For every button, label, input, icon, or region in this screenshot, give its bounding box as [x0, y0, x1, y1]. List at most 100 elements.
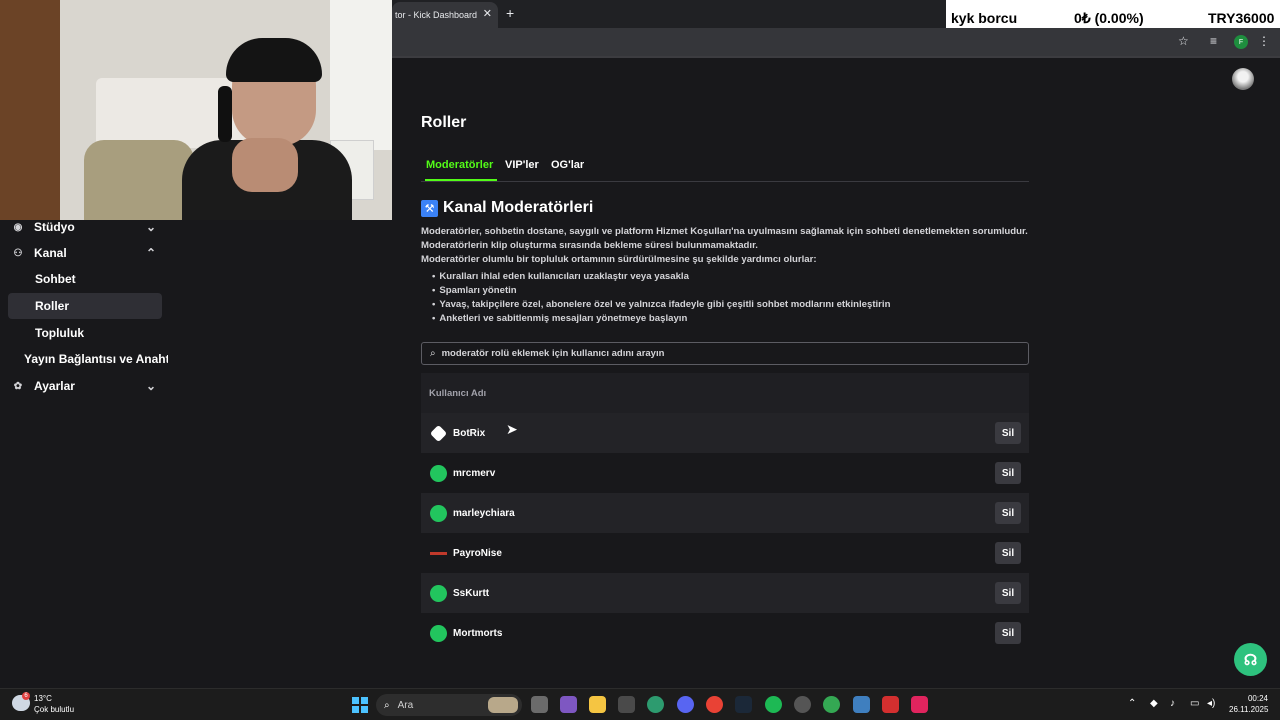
ticker-change: 0₺ (0.00%) [1074, 10, 1144, 26]
security-icon[interactable]: ◆ [1150, 698, 1158, 709]
search-icon: ⌕ [384, 699, 390, 711]
hammer-icon: ⚒ [421, 200, 438, 217]
moderators-table: Kullanıcı Adı BotRix Sil mrcmerv Sil mar… [421, 373, 1029, 653]
file-explorer-icon[interactable] [589, 696, 606, 713]
record-app-icon[interactable] [882, 696, 899, 713]
app-icon[interactable] [911, 696, 928, 713]
tab-ogs[interactable]: OG'lar [551, 159, 584, 171]
bullet-item: Spamları yönetin [432, 285, 516, 296]
default-avatar [430, 584, 447, 602]
role-tabs: Moderatörler VIP'ler OG'lar [421, 158, 1029, 182]
search-highlight-image [488, 697, 518, 713]
search-input[interactable] [441, 348, 1002, 359]
bookmark-star-icon[interactable]: ☆ [1178, 34, 1189, 48]
ticker-label: kyk borcu [951, 10, 1018, 26]
copilot-icon[interactable] [560, 696, 577, 713]
remove-button[interactable]: Sil [995, 582, 1021, 604]
webcam-chair [84, 140, 194, 220]
column-header-username: Kullanıcı Adı [429, 387, 487, 399]
webcam-overlay [0, 0, 392, 220]
sidebar-item-chat[interactable]: Sohbet [8, 266, 162, 292]
remove-button[interactable]: Sil [995, 422, 1021, 444]
address-bar: ☆ ≡ ⋮ [392, 28, 1280, 56]
sidebar-item-stream-key[interactable]: Yayın Bağlantısı ve Anahtarı [8, 346, 168, 372]
webcam-person-hand [232, 138, 298, 192]
description-line: Moderatörler olumlu bir topluluk ortamın… [421, 254, 817, 265]
table-row: PayroNise Sil [421, 533, 1029, 573]
gear-icon: ✿ [13, 380, 23, 392]
webcam-person-hair [226, 38, 322, 82]
microphone-icon[interactable]: ♪ [1170, 698, 1175, 709]
store-icon[interactable] [618, 696, 635, 713]
moderator-search: ⌕ [421, 342, 1029, 365]
sidebar-item-settings[interactable]: ✿ Ayarlar ⌄ [8, 373, 162, 399]
channel-icon: ⚇ [13, 247, 23, 259]
remove-button[interactable]: Sil [995, 462, 1021, 484]
browser-tab-title: tor - Kick Dashboard [395, 10, 478, 20]
tab-moderators[interactable]: Moderatörler [426, 159, 493, 171]
sidebar-item-community[interactable]: Topluluk [8, 320, 162, 346]
steam-icon[interactable] [735, 696, 752, 713]
username[interactable]: mrcmerv [453, 468, 495, 479]
tab-vips[interactable]: VIP'ler [505, 159, 539, 171]
payronise-avatar [430, 551, 447, 555]
table-header: Kullanıcı Adı [421, 373, 1029, 413]
section-title: Kanal Moderatörleri [443, 199, 594, 216]
ticker-value: TRY36000 [1208, 10, 1275, 26]
username[interactable]: SsKurtt [453, 588, 489, 599]
active-tab-indicator [425, 179, 497, 181]
webcam-headset [218, 86, 232, 142]
chrome-icon[interactable] [706, 696, 723, 713]
close-tab-icon[interactable]: ✕ [483, 7, 492, 20]
table-row: marleychiara Sil [421, 493, 1029, 533]
chrome-profile-icon[interactable] [823, 696, 840, 713]
username[interactable]: PayroNise [453, 548, 502, 559]
sidebar-item-channel[interactable]: ⚇ Kanal ⌃ [8, 240, 162, 266]
table-row: SsKurtt Sil [421, 573, 1029, 613]
clock-time[interactable]: 00:24 [1232, 694, 1268, 703]
chevron-up-icon[interactable]: ⌃ [1128, 698, 1136, 709]
more-menu-icon[interactable]: ⋮ [1258, 34, 1270, 48]
taskbar: 6 13°C Çok bulutlu ⌕ Ara ⌃ ◆ ♪ ▭ ◂) 00:2… [0, 688, 1280, 720]
discord-icon[interactable] [677, 696, 694, 713]
username[interactable]: Mortmorts [453, 628, 502, 639]
weather-description: Çok bulutlu [34, 705, 75, 714]
remove-button[interactable]: Sil [995, 622, 1021, 644]
spotify-icon[interactable] [765, 696, 782, 713]
username[interactable]: marleychiara [453, 508, 515, 519]
default-avatar [430, 464, 447, 482]
support-chat-icon[interactable]: ☊ [1234, 643, 1267, 676]
app-icon[interactable] [853, 696, 870, 713]
edge-icon[interactable] [647, 696, 664, 713]
clock-date[interactable]: 26.11.2025 [1229, 705, 1268, 714]
default-avatar [430, 504, 447, 522]
sidebar-item-studio[interactable]: ◉ Stüdyo ⌄ [8, 214, 162, 240]
display-icon[interactable]: ▭ [1190, 698, 1199, 709]
sidebar-item-label: Roller [35, 299, 70, 313]
task-view-icon[interactable] [531, 696, 548, 713]
remove-button[interactable]: Sil [995, 502, 1021, 524]
browser-profile-avatar[interactable]: F [1234, 35, 1248, 49]
sidebar-item-label: Sohbet [35, 272, 76, 286]
media-control-icon[interactable]: ≡ [1210, 34, 1217, 48]
webcam-wardrobe [0, 0, 60, 220]
remove-button[interactable]: Sil [995, 542, 1021, 564]
weather-badge: 6 [22, 692, 30, 700]
chevron-up-icon: ⌃ [145, 246, 156, 260]
mouse-cursor-icon: ➤ [506, 421, 518, 437]
volume-icon[interactable]: ◂) [1207, 698, 1215, 709]
windows-start-icon[interactable] [352, 697, 368, 713]
taskbar-search[interactable]: ⌕ Ara [376, 694, 522, 716]
table-row: mrcmerv Sil [421, 453, 1029, 493]
user-avatar[interactable] [1232, 68, 1254, 90]
sidebar-item-roles[interactable]: Roller [8, 293, 162, 319]
table-row: Mortmorts Sil [421, 613, 1029, 653]
obs-icon[interactable] [794, 696, 811, 713]
bullet-item: Yavaş, takipçilere özel, abonelere özel … [432, 299, 890, 310]
new-tab-button[interactable]: + [506, 5, 514, 21]
default-avatar [430, 624, 447, 642]
description-line: Moderatörlerin klip oluşturma sırasında … [421, 240, 758, 251]
username[interactable]: BotRix [453, 428, 485, 439]
botrix-avatar [429, 424, 448, 442]
browser-tab[interactable]: tor - Kick Dashboard ✕ [392, 2, 498, 28]
